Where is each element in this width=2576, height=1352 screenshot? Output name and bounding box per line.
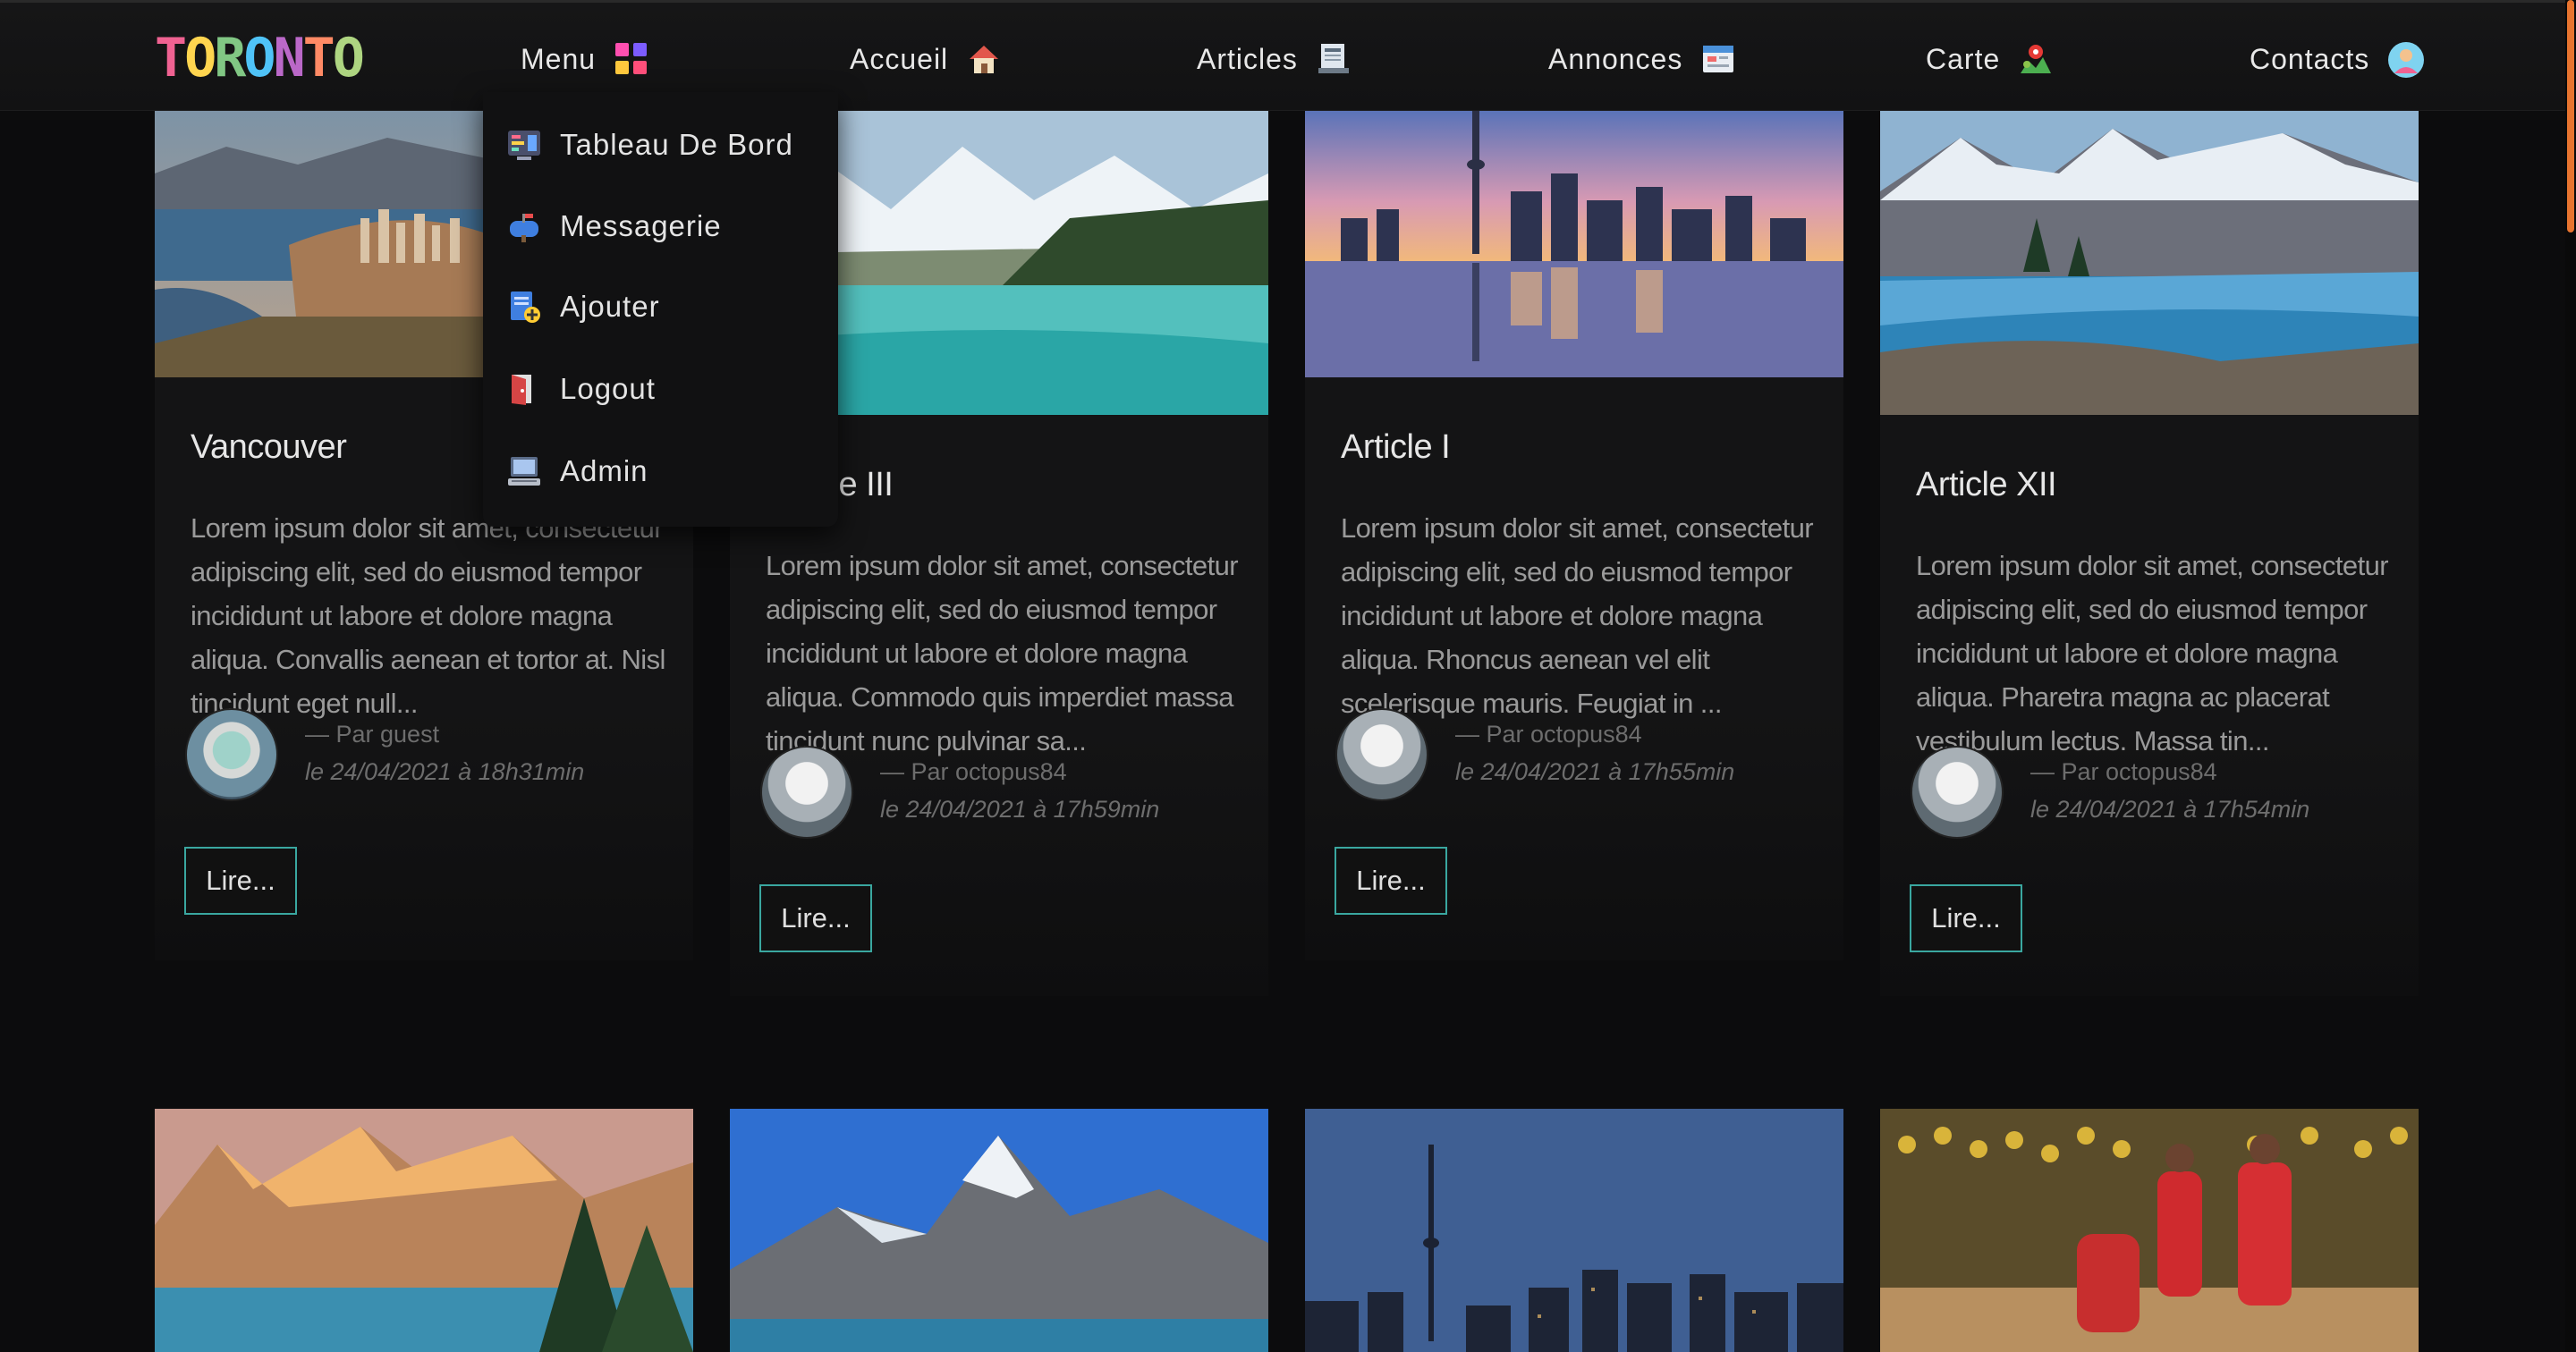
logo-letter: R [214,27,246,89]
card-excerpt: Lorem ipsum dolor sit amet, consectetur … [1916,550,2389,756]
nav-carte-label: Carte [1926,42,2001,75]
card-author: — Par octopus84 [2030,758,2217,785]
map-icon [2018,41,2054,77]
card-title[interactable]: Vancouver [191,428,347,467]
dropdown-item-ajouter[interactable]: Ajouter [506,280,660,334]
card-excerpt: Lorem ipsum dolor sit amet, consectetur … [191,512,665,719]
read-more-button[interactable]: Lire... [184,847,297,915]
card-image-cn-tower-dusk[interactable] [1305,1109,1843,1352]
card-date: le 24/04/2021 à 17h59min [880,796,1160,823]
card-excerpt: Lorem ipsum dolor sit amet, consectetur … [1341,512,1814,719]
read-more-button[interactable]: Lire... [1910,884,2022,952]
card-image-toronto-skyline[interactable] [1305,111,1843,377]
author-avatar [760,746,853,839]
card-date: le 24/04/2021 à 17h54min [2030,796,2310,823]
grid-icon [614,41,649,77]
nav-menu[interactable]: Menu [521,37,649,81]
logout-door-icon [506,371,542,407]
scrollbar-thumb[interactable] [2567,0,2574,232]
admin-computer-icon [506,453,542,489]
card-image-mountain-lake[interactable] [155,1109,693,1352]
calendar-icon [1700,41,1736,77]
home-icon [966,41,1002,77]
dropdown-item-label: Tableau De Bord [560,128,793,161]
logo-letter: N [273,27,306,89]
dropdown-item-tableau-de-bord[interactable]: Tableau De Bord [506,118,793,172]
card-title[interactable]: Article XII [1916,466,2057,504]
card-image-mount-assiniboine[interactable] [730,1109,1268,1352]
mailbox-icon [506,208,542,244]
author-avatar [185,708,278,801]
author-avatar [1911,746,2004,839]
card-date: le 24/04/2021 à 18h31min [305,758,585,785]
nav-contacts[interactable]: Contacts [2250,37,2425,81]
nav-annonces[interactable]: Annonces [1548,37,1736,81]
nav-accueil[interactable]: Accueil [850,37,1002,81]
logo-letter: O [332,27,365,89]
site-logo[interactable]: TORONTO [155,27,365,89]
logo-letter: O [184,27,216,89]
article-card: Article I Lorem ipsum dolor sit amet, co… [1305,111,1843,960]
dropdown-item-messagerie[interactable]: Messagerie [506,199,722,253]
card-excerpt: Lorem ipsum dolor sit amet, consectetur … [766,550,1239,756]
dropdown-item-logout[interactable]: Logout [506,362,656,416]
nav-carte[interactable]: Carte [1926,37,2054,81]
article-card: Article XII Lorem ipsum dolor sit amet, … [1880,111,2419,996]
dropdown-item-label: Ajouter [560,290,660,323]
logo-letter: T [302,27,335,89]
nav-menu-label: Menu [521,42,597,75]
logo-letter: O [243,27,275,89]
card-author: — Par octopus84 [1455,721,1642,748]
card-title[interactable]: Article I [1341,428,1451,467]
author-avatar [1335,708,1428,801]
card-author: — Par octopus84 [880,758,1067,785]
card-image-basketball[interactable] [1880,1109,2419,1352]
card-date: le 24/04/2021 à 17h55min [1455,758,1735,785]
dropdown-item-label: Messagerie [560,209,722,242]
read-more-button[interactable]: Lire... [759,884,872,952]
dropdown-item-label: Admin [560,454,648,487]
nav-accueil-label: Accueil [850,42,949,75]
contact-avatar-icon [2387,41,2425,78]
dropdown-item-admin[interactable]: Admin [506,444,648,498]
read-more-button[interactable]: Lire... [1335,847,1447,915]
dashboard-icon [506,127,542,163]
navbar: TORONTO Menu Accueil Articles Annonces C… [0,3,2565,111]
nav-articles-label: Articles [1197,42,1298,75]
nav-contacts-label: Contacts [2250,42,2370,75]
nav-articles[interactable]: Articles [1197,37,1352,81]
dropdown-item-label: Logout [560,372,656,405]
newspaper-icon [1316,41,1352,77]
logo-letter: T [155,27,187,89]
add-document-icon [506,289,542,325]
card-image-moraine-lake[interactable] [1880,111,2419,415]
nav-annonces-label: Annonces [1548,42,1683,75]
card-author: — Par guest [305,721,440,748]
menu-dropdown: Tableau De Bord Messagerie Ajouter Logou… [483,92,838,527]
